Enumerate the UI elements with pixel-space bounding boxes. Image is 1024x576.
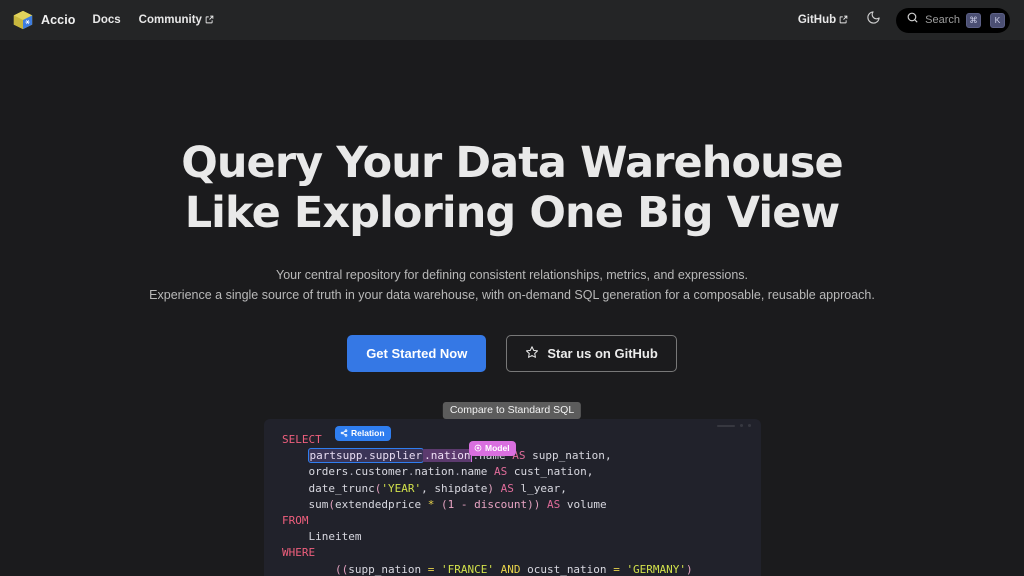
highlighted-model-path[interactable]: .nation: [423, 449, 473, 463]
hero-cta-group: Get Started Now Star us on GitHub: [0, 335, 1024, 372]
hero-section: Query Your Data Warehouse Like Exploring…: [0, 40, 1024, 372]
nav-link-docs[interactable]: Docs: [93, 14, 121, 26]
relation-badge[interactable]: Relation: [335, 426, 391, 441]
model-badge-label: Model: [485, 443, 510, 453]
sql-alias-supp-nation: supp_nation: [532, 449, 605, 463]
external-link-icon: [839, 15, 848, 24]
panel-collapse-icon: [717, 424, 735, 427]
model-badge[interactable]: Model: [469, 441, 516, 456]
sql-code-panel: Relation Model SELECT partsupp.supplier.…: [264, 419, 761, 576]
nav-link-community[interactable]: Community: [139, 14, 214, 26]
sql-alias-cust-nation: cust_nation: [513, 465, 587, 479]
hero-subtitle: Your central repository for defining con…: [0, 265, 1024, 305]
sql-keyword-where: WHERE: [282, 546, 316, 560]
page-title: Query Your Data Warehouse Like Exploring…: [0, 138, 1024, 238]
nav-link-github[interactable]: GitHub: [798, 14, 848, 26]
get-started-button[interactable]: Get Started Now: [347, 335, 487, 372]
panel-toolbar-icons[interactable]: [717, 424, 751, 427]
search-shortcut-key-cmd: ⌘: [966, 12, 981, 28]
model-circle-icon: [474, 444, 482, 452]
hero-subtitle-line-1: Your central repository for defining con…: [276, 268, 748, 282]
cube-logo-icon: [12, 9, 34, 31]
sql-alias-volume: volume: [566, 497, 607, 511]
star-on-github-button[interactable]: Star us on GitHub: [506, 335, 677, 372]
search-button[interactable]: Search ⌘ K: [896, 7, 1010, 33]
sql-keyword-select: SELECT: [282, 433, 322, 446]
get-started-button-label: Get Started Now: [366, 346, 468, 361]
page-title-line-1: Query Your Data Warehouse: [181, 138, 844, 188]
panel-menu-dot-icon: [748, 424, 751, 427]
star-on-github-button-label: Star us on GitHub: [547, 346, 658, 361]
star-icon: [525, 345, 539, 362]
compare-to-standard-sql-tab[interactable]: Compare to Standard SQL: [442, 402, 582, 419]
compare-to-standard-sql-tab-label: Compare to Standard SQL: [449, 404, 575, 416]
highlighted-relation-path[interactable]: partsupp.supplier: [307, 448, 425, 464]
share-nodes-icon: [340, 429, 348, 437]
page-title-line-2: Like Exploring One Big View: [184, 188, 841, 238]
code-with-annotations: Relation Model SELECT partsupp.supplier.…: [264, 426, 761, 576]
search-input-placeholder: Search: [925, 14, 960, 26]
relation-badge-label: Relation: [351, 428, 385, 438]
sql-string-year: 'YEAR': [381, 481, 422, 495]
theme-toggle-button[interactable]: [862, 9, 884, 31]
sql-keyword-and: AND: [500, 562, 521, 576]
navbar-left-group: Accio Docs Community: [12, 9, 232, 31]
search-shortcut-key-k: K: [990, 12, 1005, 28]
sql-table-lineitem: Lineitem: [308, 530, 362, 544]
hero-subtitle-line-2: Experience a single source of truth in y…: [149, 288, 875, 302]
brand-name: Accio: [41, 13, 76, 27]
navbar-right-group: GitHub Search ⌘ K: [798, 7, 1010, 33]
panel-menu-dot-icon: [740, 424, 743, 427]
navbar: Accio Docs Community GitHub Search ⌘ K: [0, 0, 1024, 40]
sql-string-france: 'FRANCE': [440, 562, 494, 576]
search-icon: [906, 11, 919, 29]
moon-icon: [866, 10, 881, 30]
nav-link-docs-label: Docs: [92, 14, 121, 26]
nav-link-github-label: GitHub: [797, 14, 837, 26]
sql-string-germany: 'GERMANY': [626, 562, 687, 576]
external-link-icon: [205, 15, 214, 24]
nav-link-community-label: Community: [138, 14, 202, 26]
sql-keyword-from: FROM: [282, 514, 309, 528]
brand-home-link[interactable]: Accio: [12, 9, 76, 31]
sql-alias-l-year: l_year: [520, 481, 561, 495]
